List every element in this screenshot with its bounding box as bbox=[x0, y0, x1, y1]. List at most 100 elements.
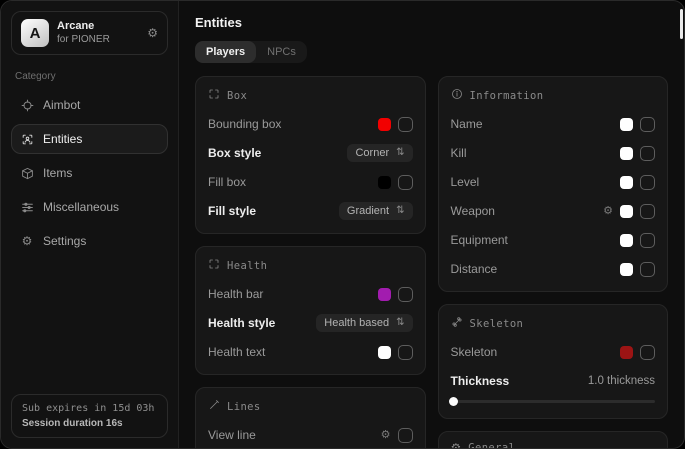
panel-title: General bbox=[468, 442, 515, 448]
brand-text: Arcane for PIONER bbox=[57, 20, 139, 46]
setting-label: Distance bbox=[451, 262, 498, 276]
panel-skeleton: Skeleton Skeleton Thickness 1.0 thicknes… bbox=[438, 304, 669, 419]
slider-handle[interactable] bbox=[449, 397, 458, 406]
main-content: Entities Players NPCs Box Bounding box bbox=[179, 1, 684, 448]
entities-icon bbox=[20, 133, 34, 146]
tab-players[interactable]: Players bbox=[195, 41, 256, 63]
subscription-card: Sub expires in 15d 03h Session duration … bbox=[11, 394, 168, 438]
color-swatch[interactable] bbox=[620, 118, 633, 131]
setting-label: Level bbox=[451, 175, 480, 189]
sidebar-item-label: Entities bbox=[43, 132, 82, 146]
box-style-dropdown[interactable]: Corner ⇅ bbox=[347, 144, 412, 162]
setting-label: Name bbox=[451, 117, 483, 131]
setting-row-name: Name bbox=[451, 114, 656, 134]
setting-row-distance: Distance bbox=[451, 259, 656, 279]
panel-title: Information bbox=[470, 90, 544, 102]
gear-icon[interactable]: ⚙ bbox=[147, 27, 158, 39]
sidebar-item-settings[interactable]: ⚙ Settings bbox=[11, 226, 168, 256]
dropdown-value: Corner bbox=[355, 147, 389, 159]
box-corners-icon bbox=[208, 87, 220, 105]
checkbox[interactable] bbox=[640, 117, 655, 132]
checkbox[interactable] bbox=[398, 117, 413, 132]
sidebar-item-miscellaneous[interactable]: Miscellaneous bbox=[11, 192, 168, 222]
checkbox[interactable] bbox=[640, 204, 655, 219]
sidebar-item-entities[interactable]: Entities bbox=[11, 124, 168, 154]
setting-label: Health text bbox=[208, 345, 265, 359]
setting-row-fill-box: Fill box bbox=[208, 172, 413, 192]
setting-row-bounding-box: Bounding box bbox=[208, 114, 413, 134]
gear-icon: ⚙ bbox=[451, 442, 462, 448]
checkbox[interactable] bbox=[398, 345, 413, 360]
fill-style-dropdown[interactable]: Gradient ⇅ bbox=[339, 202, 413, 220]
setting-label: Equipment bbox=[451, 233, 508, 247]
session-duration: Session duration 16s bbox=[22, 418, 157, 429]
chevron-up-down-icon: ⇅ bbox=[396, 148, 404, 158]
app-subtitle: for PIONER bbox=[57, 34, 139, 47]
color-swatch[interactable] bbox=[620, 263, 633, 276]
color-swatch[interactable] bbox=[620, 147, 633, 160]
gear-icon: ⚙ bbox=[20, 235, 34, 247]
thickness-slider[interactable] bbox=[451, 397, 656, 406]
panel-information: Information Name Kill bbox=[438, 76, 669, 292]
chevron-up-down-icon: ⇅ bbox=[396, 318, 404, 328]
setting-row-box-style: Box style Corner ⇅ bbox=[208, 143, 413, 163]
checkbox[interactable] bbox=[398, 175, 413, 190]
app-logo: A bbox=[21, 19, 49, 47]
checkbox[interactable] bbox=[640, 175, 655, 190]
setting-label: View line bbox=[208, 428, 256, 442]
sidebar-item-label: Settings bbox=[43, 234, 86, 248]
sidebar-item-label: Items bbox=[43, 166, 72, 180]
cube-icon bbox=[20, 167, 34, 180]
color-swatch[interactable] bbox=[378, 288, 391, 301]
checkbox[interactable] bbox=[640, 233, 655, 248]
color-swatch[interactable] bbox=[620, 234, 633, 247]
checkbox[interactable] bbox=[640, 345, 655, 360]
checkbox[interactable] bbox=[398, 428, 413, 443]
panel-box: Box Bounding box Box style Corner ⇅ bbox=[195, 76, 426, 234]
tab-npcs[interactable]: NPCs bbox=[256, 41, 307, 63]
checkbox[interactable] bbox=[640, 262, 655, 277]
setting-row-view-line: View line ⚙ bbox=[208, 425, 413, 445]
subscription-expiry: Sub expires in 15d 03h bbox=[22, 403, 157, 414]
color-swatch[interactable] bbox=[378, 346, 391, 359]
dropdown-value: Gradient bbox=[347, 205, 389, 217]
scrollbar-thumb[interactable] bbox=[680, 9, 683, 39]
tab-bar: Players NPCs bbox=[195, 41, 307, 63]
app-name: Arcane bbox=[57, 20, 139, 34]
panel-lines: Lines View line ⚙ Line to enemy ⚙ bbox=[195, 387, 426, 448]
slider-value: 1.0 thickness bbox=[588, 375, 655, 387]
sidebar-item-aimbot[interactable]: Aimbot bbox=[11, 90, 168, 120]
setting-label: Thickness bbox=[451, 374, 510, 388]
color-swatch[interactable] bbox=[620, 176, 633, 189]
setting-row-health-style: Health style Health based ⇅ bbox=[208, 313, 413, 333]
setting-row-thickness: Thickness 1.0 thickness bbox=[451, 371, 656, 391]
color-swatch[interactable] bbox=[620, 346, 633, 359]
health-style-dropdown[interactable]: Health based ⇅ bbox=[316, 314, 412, 332]
gear-icon[interactable]: ⚙ bbox=[381, 430, 391, 441]
setting-row-fill-style: Fill style Gradient ⇅ bbox=[208, 201, 413, 221]
setting-row-weapon: Weapon ⚙ bbox=[451, 201, 656, 221]
sidebar-nav: Aimbot Entities Items Miscellaneous bbox=[11, 86, 168, 256]
brand-card: A Arcane for PIONER ⚙ bbox=[11, 11, 168, 55]
dropdown-value: Health based bbox=[324, 317, 389, 329]
color-swatch[interactable] bbox=[378, 176, 391, 189]
bone-icon bbox=[451, 315, 463, 333]
setting-label: Health style bbox=[208, 316, 275, 330]
checkbox[interactable] bbox=[398, 287, 413, 302]
color-swatch[interactable] bbox=[620, 205, 633, 218]
info-icon bbox=[451, 87, 463, 105]
setting-label: Fill style bbox=[208, 204, 256, 218]
sliders-icon bbox=[20, 201, 34, 214]
setting-label: Weapon bbox=[451, 204, 495, 218]
gear-icon[interactable]: ⚙ bbox=[603, 206, 613, 217]
sidebar-item-label: Miscellaneous bbox=[43, 200, 119, 214]
crosshair-icon bbox=[20, 99, 34, 112]
setting-label: Kill bbox=[451, 146, 467, 160]
color-swatch[interactable] bbox=[378, 118, 391, 131]
setting-row-kill: Kill bbox=[451, 143, 656, 163]
panel-title: Lines bbox=[227, 401, 261, 413]
panel-title: Box bbox=[227, 90, 247, 102]
checkbox[interactable] bbox=[640, 146, 655, 161]
sidebar-item-items[interactable]: Items bbox=[11, 158, 168, 188]
sidebar: A Arcane for PIONER ⚙ Category Aimbot En… bbox=[1, 1, 179, 448]
